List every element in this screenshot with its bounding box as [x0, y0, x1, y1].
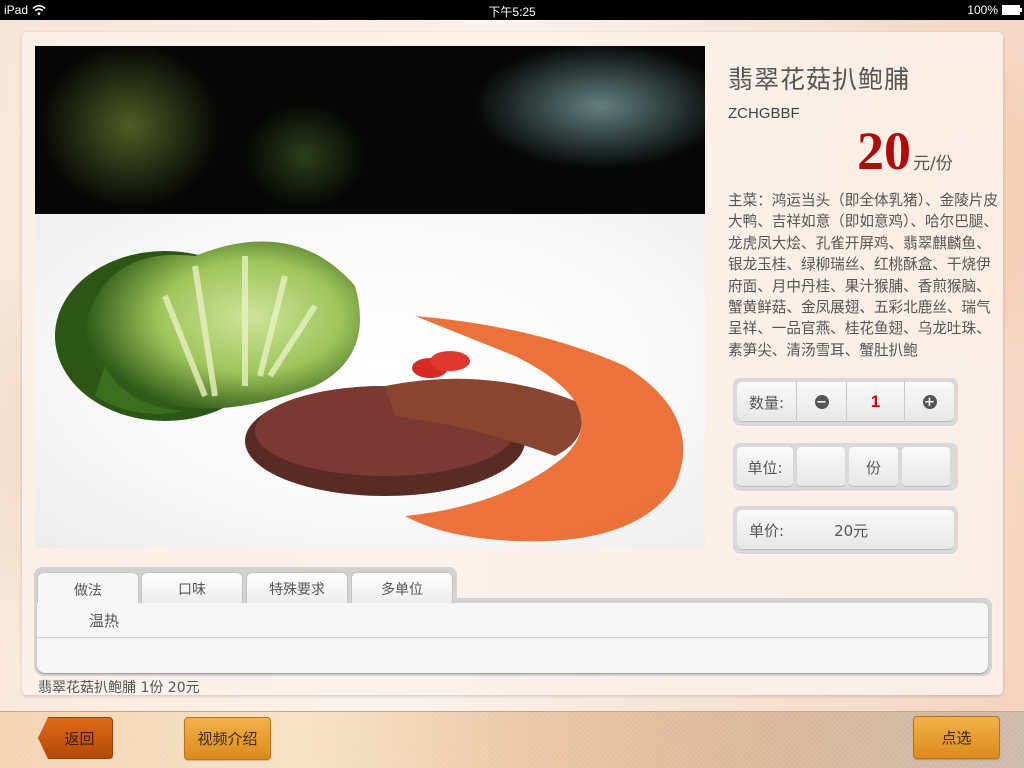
select-dish-button[interactable]: 点选 — [913, 716, 1000, 759]
quantity-value[interactable]: 1 — [847, 382, 905, 422]
tab-multi-unit[interactable]: 多单位 — [351, 572, 453, 604]
back-button[interactable]: 返回 — [38, 717, 113, 759]
unit-price-value: 20元 — [834, 521, 869, 540]
option-item-warm[interactable]: 温热 — [37, 603, 988, 638]
price-value: 20 — [857, 121, 911, 181]
video-intro-button[interactable]: 视频介绍 — [184, 717, 271, 760]
unit-price-label: 单价: — [749, 521, 785, 540]
unit-option[interactable] — [797, 447, 845, 487]
battery-icon — [1002, 5, 1022, 15]
battery-percent: 100% — [967, 3, 998, 17]
quantity-decrement-button[interactable]: − — [797, 382, 847, 422]
quantity-stepper: 数量: − 1 + — [733, 378, 958, 426]
unit-label: 单位: — [737, 447, 793, 487]
quantity-increment-button[interactable]: + — [905, 382, 954, 422]
tab-cooking-method[interactable]: 做法 — [37, 572, 139, 606]
order-summary: 翡翠花菇扒鲍脯 1份 20元 — [38, 680, 200, 696]
price-unit: 元/份 — [913, 154, 953, 174]
unit-option[interactable] — [902, 447, 950, 487]
unit-price: 单价: 20元 — [737, 510, 954, 550]
dish-photo[interactable] — [35, 46, 705, 548]
status-bar: iPad 下午5:25 100% — [0, 0, 1024, 20]
tab-flavor[interactable]: 口味 — [141, 572, 243, 604]
quantity-number: 1 — [870, 392, 881, 411]
clock: 下午5:25 — [488, 5, 536, 19]
quantity-label: 数量: — [737, 382, 797, 422]
unit-option-portion[interactable]: 份 — [849, 447, 898, 487]
tab-panel: 温热 — [37, 603, 988, 673]
unit-price-box: 单价: 20元 — [733, 506, 958, 554]
mushroom-abalone-image — [245, 316, 684, 542]
dish-description: 主菜：鸿运当头（即全体乳猪）、金陵片皮大鸭、吉祥如意（即如意鸡）、哈尔巴腿、龙虎… — [728, 192, 998, 359]
plus-circle-icon: + — [922, 394, 937, 410]
dish-name: 翡翠花菇扒鲍脯 — [728, 65, 911, 94]
bottom-toolbar — [0, 711, 1024, 768]
dish-code: ZCHGBBF — [728, 105, 800, 122]
option-item[interactable] — [37, 638, 988, 673]
minus-circle-icon: − — [814, 394, 829, 410]
photo-background — [35, 46, 705, 216]
tab-special-requests[interactable]: 特殊要求 — [246, 572, 348, 604]
unit-selector: 单位: 份 — [733, 443, 958, 491]
dish-price: 20 元/份 — [857, 124, 953, 178]
